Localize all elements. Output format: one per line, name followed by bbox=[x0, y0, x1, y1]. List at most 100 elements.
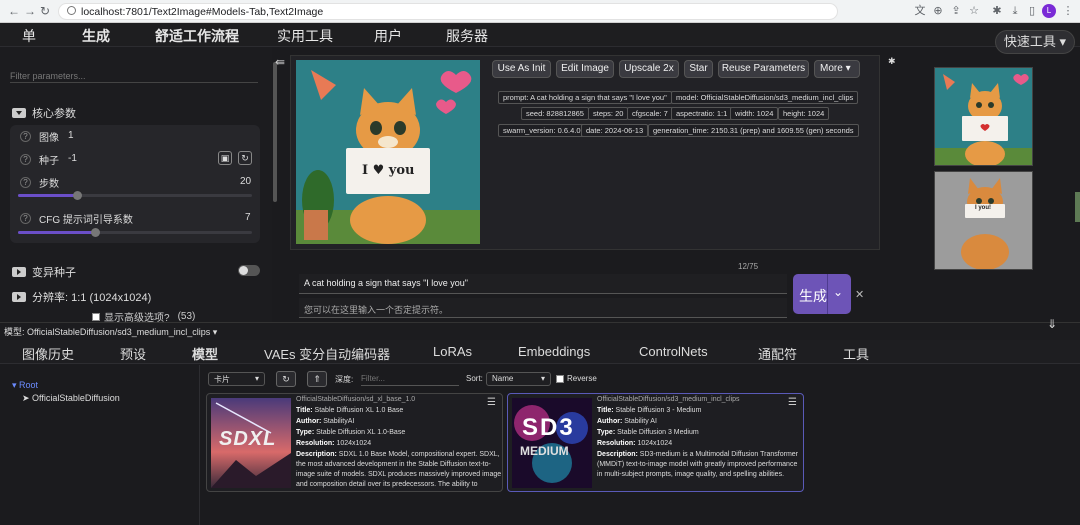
edit-image-button[interactable]: Edit Image bbox=[556, 60, 614, 78]
param-images-value[interactable]: 1 bbox=[68, 130, 74, 141]
generate-button[interactable]: 生成 ⌄ bbox=[793, 274, 851, 314]
model-author: Author: Stability AI bbox=[597, 418, 657, 425]
tab-single[interactable]: 单 bbox=[22, 26, 36, 46]
sign-text: I ♥ you bbox=[362, 163, 415, 178]
view-mode-value: 卡片 bbox=[214, 375, 230, 384]
sort-select[interactable]: Name ▾ bbox=[486, 372, 551, 386]
bookmark-star-icon[interactable]: ☆ bbox=[968, 5, 980, 17]
advanced-checkbox[interactable] bbox=[92, 312, 100, 321]
steps-slider[interactable] bbox=[18, 191, 252, 200]
tab-embeddings[interactable]: Embeddings bbox=[518, 344, 590, 359]
browser-toolbar: ← → ↻ localhost:7801/Text2Image#Models-T… bbox=[0, 0, 1080, 23]
random-seed-button[interactable]: ▣ bbox=[218, 151, 232, 165]
model-resolution: Resolution: 1024x1024 bbox=[597, 440, 673, 447]
core-params-label: 核心参数 bbox=[32, 108, 76, 120]
back-icon[interactable]: ← bbox=[8, 4, 20, 18]
bottom-tabs: 图像历史 预设 模型 VAEs 变分自动编码器 LoRAs Embeddings… bbox=[0, 340, 1080, 364]
side-handle[interactable] bbox=[1075, 192, 1080, 222]
forward-icon[interactable]: → bbox=[24, 4, 36, 18]
resolution-header[interactable]: 分辨率: 1:1 (1024x1024) bbox=[12, 289, 151, 305]
close-icon[interactable]: ✕ bbox=[855, 288, 864, 301]
help-icon[interactable]: ? bbox=[20, 213, 31, 224]
history-thumbnail-1[interactable] bbox=[934, 67, 1033, 166]
sidepanel-icon[interactable]: ▯ bbox=[1026, 5, 1038, 17]
resize-handle-icon[interactable]: ⇓ bbox=[1047, 317, 1057, 331]
translate-icon[interactable]: 文 bbox=[914, 5, 926, 17]
tab-utilities[interactable]: 实用工具 bbox=[277, 26, 333, 46]
refresh-button[interactable]: ↻ bbox=[276, 371, 296, 387]
filter-parameters-input[interactable] bbox=[10, 69, 258, 83]
cfg-slider-knob[interactable] bbox=[91, 228, 101, 237]
prompt-input[interactable]: A cat holding a sign that says "I love y… bbox=[299, 274, 787, 294]
tab-comfy-workflow[interactable]: 舒适工作流程 bbox=[155, 26, 239, 46]
left-scrollbar[interactable] bbox=[273, 62, 277, 202]
chevron-down-icon: ▾ bbox=[540, 374, 545, 383]
tab-user[interactable]: 用户 bbox=[374, 26, 402, 46]
chevron-down-icon[interactable]: ⌄ bbox=[833, 285, 843, 299]
help-icon[interactable]: ? bbox=[20, 154, 31, 165]
help-icon[interactable]: ? bbox=[20, 177, 31, 188]
generate-divider bbox=[827, 274, 828, 314]
cfg-slider[interactable] bbox=[18, 228, 252, 237]
reload-icon[interactable]: ↻ bbox=[40, 4, 50, 18]
sort-value: Name bbox=[492, 374, 514, 383]
filter-input[interactable] bbox=[361, 372, 459, 386]
folder-up-button[interactable]: ⇑ bbox=[307, 371, 327, 387]
tab-generate[interactable]: 生成 bbox=[82, 26, 110, 46]
variation-seed-header[interactable]: 变异种子 bbox=[12, 264, 76, 280]
tab-tools[interactable]: 工具 bbox=[843, 344, 869, 363]
tree-root[interactable]: ▾ Root bbox=[12, 380, 38, 391]
tab-controlnets[interactable]: ControlNets bbox=[639, 344, 708, 359]
parameters-panel: 核心参数 ? 图像 1 ? 种子 -1 ? 步数 20 ? CFG 提示词引导系… bbox=[0, 47, 272, 324]
reverse-checkbox[interactable] bbox=[556, 374, 564, 383]
browser-menu-icon[interactable]: ⋮ bbox=[1062, 5, 1074, 17]
more-button[interactable]: More ▾ bbox=[814, 60, 860, 78]
tab-vaes[interactable]: VAEs 变分自动编码器 bbox=[264, 344, 390, 363]
view-mode-select[interactable]: 卡片 ▾ bbox=[208, 372, 265, 386]
core-params-header[interactable]: 核心参数 bbox=[12, 105, 76, 121]
variation-seed-toggle[interactable] bbox=[238, 265, 260, 276]
star-button[interactable]: Star bbox=[684, 60, 713, 78]
gear-icon[interactable]: ✱ bbox=[888, 56, 896, 67]
hamburger-menu-icon[interactable]: ☰ bbox=[487, 397, 496, 408]
zoom-icon[interactable]: ⊕ bbox=[932, 5, 944, 17]
tab-models[interactable]: 模型 bbox=[192, 344, 218, 363]
model-description: Description: SDXL 1.0 Base Model, compos… bbox=[296, 451, 502, 488]
meta-model: model: OfficialStableDiffusion/sd3_mediu… bbox=[671, 91, 859, 104]
tab-server[interactable]: 服务器 bbox=[446, 26, 488, 46]
upscale-button[interactable]: Upscale 2x bbox=[619, 60, 679, 78]
tab-image-history[interactable]: 图像历史 bbox=[22, 344, 74, 363]
model-selector[interactable]: 模型: OfficialStableDiffusion/sd3_medium_i… bbox=[4, 325, 217, 338]
share-icon[interactable]: ⇪ bbox=[950, 5, 962, 17]
generated-image[interactable]: I ♥ you bbox=[296, 60, 480, 244]
tab-loras[interactable]: LoRAs bbox=[433, 344, 472, 359]
tab-presets[interactable]: 预设 bbox=[120, 344, 146, 363]
model-title: Title: Stable Diffusion XL 1.0 Base bbox=[296, 407, 404, 414]
collapse-left-icon[interactable]: ⇚ bbox=[275, 55, 285, 69]
address-bar[interactable]: localhost:7801/Text2Image#Models-Tab,Tex… bbox=[58, 3, 838, 20]
reuse-seed-button[interactable]: ↻ bbox=[238, 151, 252, 165]
param-steps-value[interactable]: 20 bbox=[240, 176, 251, 187]
param-seed-value[interactable]: -1 bbox=[68, 153, 77, 164]
use-as-init-button[interactable]: Use As Init bbox=[492, 60, 551, 78]
quick-tools-dropdown[interactable]: 快速工具 ▾ bbox=[995, 30, 1075, 54]
negative-prompt-input[interactable]: 您可以在这里输入一个否定提示符。 bbox=[299, 298, 787, 318]
param-steps-label: 步数 bbox=[39, 179, 59, 190]
help-icon[interactable]: ? bbox=[20, 131, 31, 142]
hamburger-menu-icon[interactable]: ☰ bbox=[788, 397, 797, 408]
downloads-icon[interactable]: ⤓ bbox=[1009, 5, 1021, 17]
tab-wildcards[interactable]: 通配符 bbox=[758, 344, 797, 363]
collapse-icon bbox=[12, 108, 26, 118]
reuse-parameters-button[interactable]: Reuse Parameters bbox=[718, 60, 809, 78]
profile-avatar[interactable]: L bbox=[1042, 4, 1056, 18]
tree-item-official[interactable]: ➤ OfficialStableDiffusion bbox=[22, 393, 120, 404]
param-cfg-value[interactable]: 7 bbox=[245, 212, 251, 223]
history-thumbnail-2[interactable]: I you! bbox=[934, 171, 1033, 270]
steps-slider-knob[interactable] bbox=[72, 191, 82, 200]
extensions-icon[interactable]: ✱ bbox=[991, 5, 1003, 17]
model-card[interactable]: SDXL OfficialStableDiffusion/sd_xl_base_… bbox=[206, 393, 503, 492]
reverse-toggle[interactable]: Reverse bbox=[556, 374, 597, 383]
param-images-label: 图像 bbox=[39, 133, 59, 144]
site-info-icon[interactable] bbox=[67, 6, 76, 15]
model-card-selected[interactable]: SD3 MEDIUM OfficialStableDiffusion/sd3_m… bbox=[507, 393, 804, 492]
